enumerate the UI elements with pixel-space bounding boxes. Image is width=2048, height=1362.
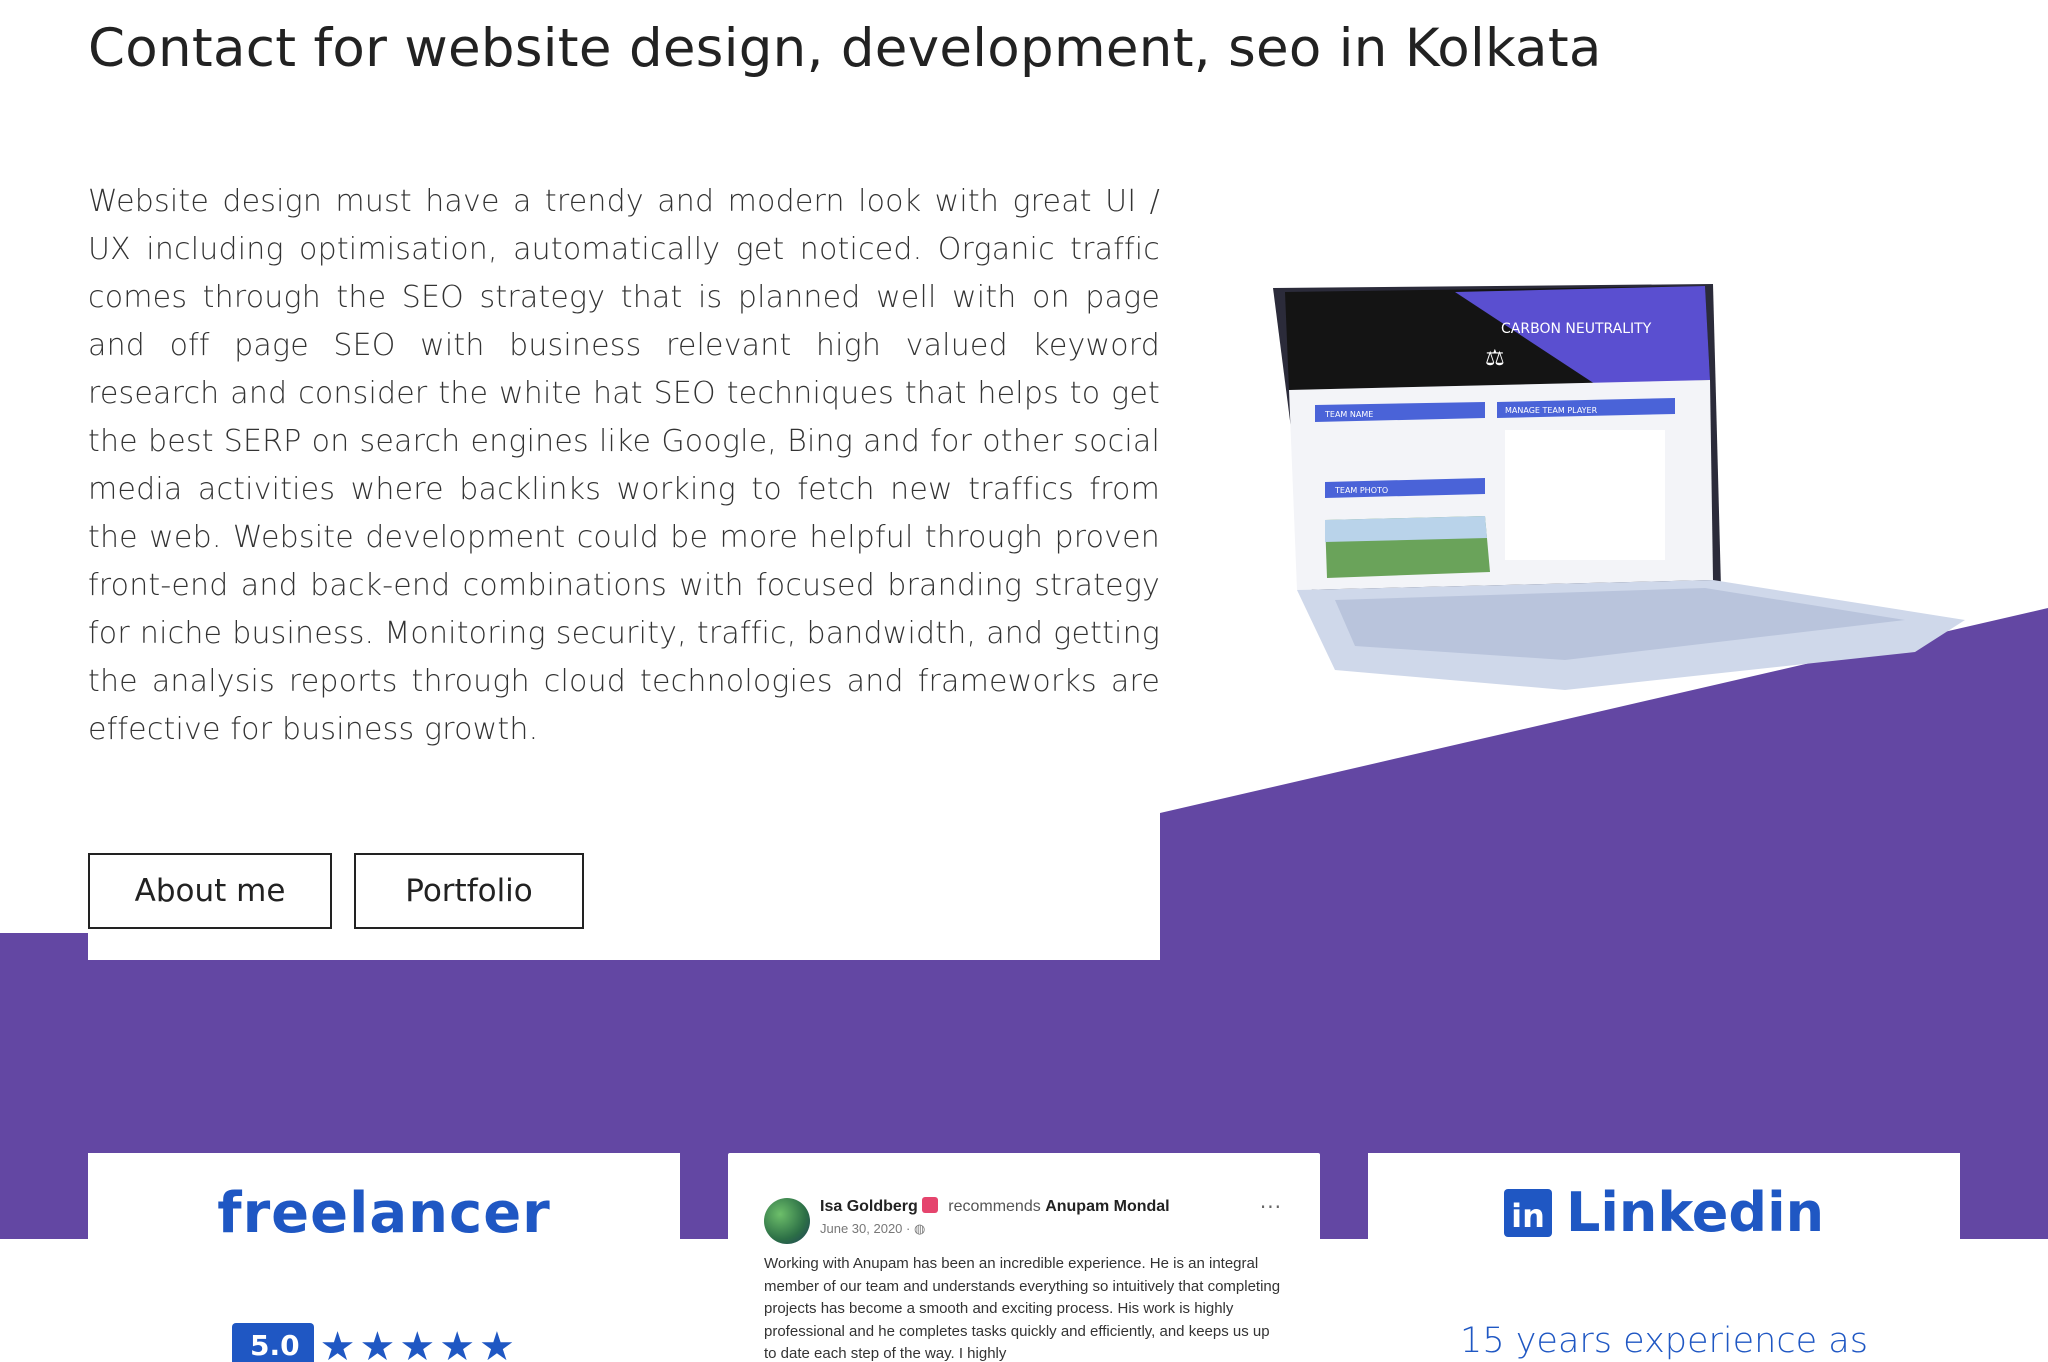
review-action: recommends: [948, 1198, 1041, 1215]
about-me-button[interactable]: About me: [88, 853, 332, 929]
globe-icon: ◍: [913, 1221, 926, 1236]
portfolio-button[interactable]: Portfolio: [354, 853, 584, 929]
scale-icon: ⚖: [1485, 346, 1505, 371]
review-text: Working with Anupam has been an incredib…: [764, 1255, 1281, 1362]
laptop-panel-left-2: TEAM PHOTO: [1334, 486, 1388, 495]
laptop-panel-right: MANAGE TEAM PLAYER: [1505, 406, 1598, 415]
linkedin-logo: in Linkedin: [1368, 1181, 1960, 1244]
freelancer-logo: freelancer: [217, 1181, 551, 1246]
freelancer-card[interactable]: freelancer 5.0 ★★★★★: [88, 1153, 680, 1362]
recommend-flag-icon: [921, 1197, 938, 1213]
review-date-text: June 30, 2020 ·: [820, 1221, 914, 1236]
more-options-icon[interactable]: ···: [1260, 1195, 1282, 1219]
linkedin-subtitle: 15 years experience as: [1460, 1321, 1868, 1361]
rating-score: 5.0: [232, 1323, 314, 1362]
laptop-image: CARBON NEUTRALITY ⚖ TEAM NAME MANAGE TEA…: [1273, 284, 1965, 690]
reviewer-name[interactable]: Isa Goldberg: [820, 1198, 918, 1215]
review-date: June 30, 2020 · ◍: [820, 1221, 925, 1237]
review-header: Isa Goldberg recommends Anupam Mondal: [820, 1197, 1170, 1216]
avatar: [764, 1198, 810, 1244]
linkedin-title: Linkedin: [1565, 1181, 1825, 1244]
star-rating-icon: ★★★★★: [319, 1324, 519, 1362]
laptop-panel-left-1: TEAM NAME: [1324, 410, 1373, 419]
intro-paragraph: Website design must have a trendy and mo…: [88, 184, 1160, 747]
review-card[interactable]: Isa Goldberg recommends Anupam Mondal Ju…: [728, 1153, 1320, 1362]
freelancer-rating: 5.0 ★★★★★: [232, 1323, 519, 1362]
page-title: Contact for website design, development,…: [88, 18, 1602, 79]
laptop-banner-text: CARBON NEUTRALITY: [1501, 321, 1652, 337]
review-target[interactable]: Anupam Mondal: [1045, 1198, 1169, 1215]
linkedin-card[interactable]: in Linkedin 15 years experience as: [1368, 1153, 1960, 1362]
linkedin-icon: in: [1503, 1188, 1552, 1237]
